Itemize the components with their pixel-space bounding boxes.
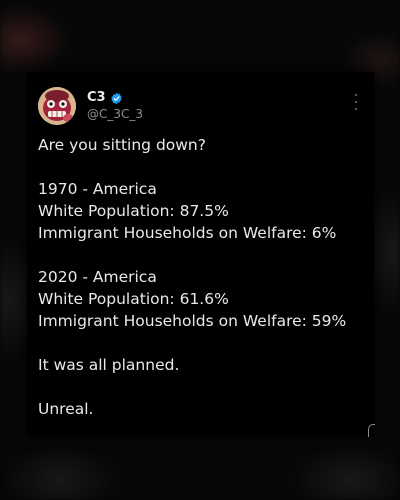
post-line: White Population: 87.5% xyxy=(38,202,229,220)
author-display-name[interactable]: C3 xyxy=(87,90,106,106)
post-line: Unreal. xyxy=(38,400,94,418)
post-card[interactable]: C3 @C_3C_3 Are you sitting down? 1970 - … xyxy=(27,72,374,437)
line-spacer xyxy=(38,376,368,398)
corner-bracket-decoration xyxy=(368,424,375,437)
line-spacer xyxy=(38,156,368,178)
post-line: Immigrant Households on Welfare: 6% xyxy=(38,224,337,242)
post-text: Are you sitting down? 1970 - America Whi… xyxy=(38,134,368,420)
line-spacer xyxy=(38,244,368,266)
post-line: 1970 - America xyxy=(38,180,157,198)
post-header: C3 @C_3C_3 xyxy=(38,87,143,125)
cartoon-avatar-icon xyxy=(38,87,76,125)
author-names: C3 @C_3C_3 xyxy=(87,90,143,122)
post-line: 2020 - America xyxy=(38,268,157,286)
post-line: White Population: 61.6% xyxy=(38,290,229,308)
author-handle[interactable]: @C_3C_3 xyxy=(87,106,143,122)
line-spacer xyxy=(38,332,368,354)
verified-badge-icon xyxy=(111,92,122,104)
post-line: It was all planned. xyxy=(38,356,180,374)
name-row: C3 xyxy=(87,90,143,106)
post-line: Immigrant Households on Welfare: 59% xyxy=(38,312,347,330)
more-options-icon[interactable] xyxy=(351,94,361,110)
avatar[interactable] xyxy=(38,87,76,125)
post-line: Are you sitting down? xyxy=(38,136,206,154)
